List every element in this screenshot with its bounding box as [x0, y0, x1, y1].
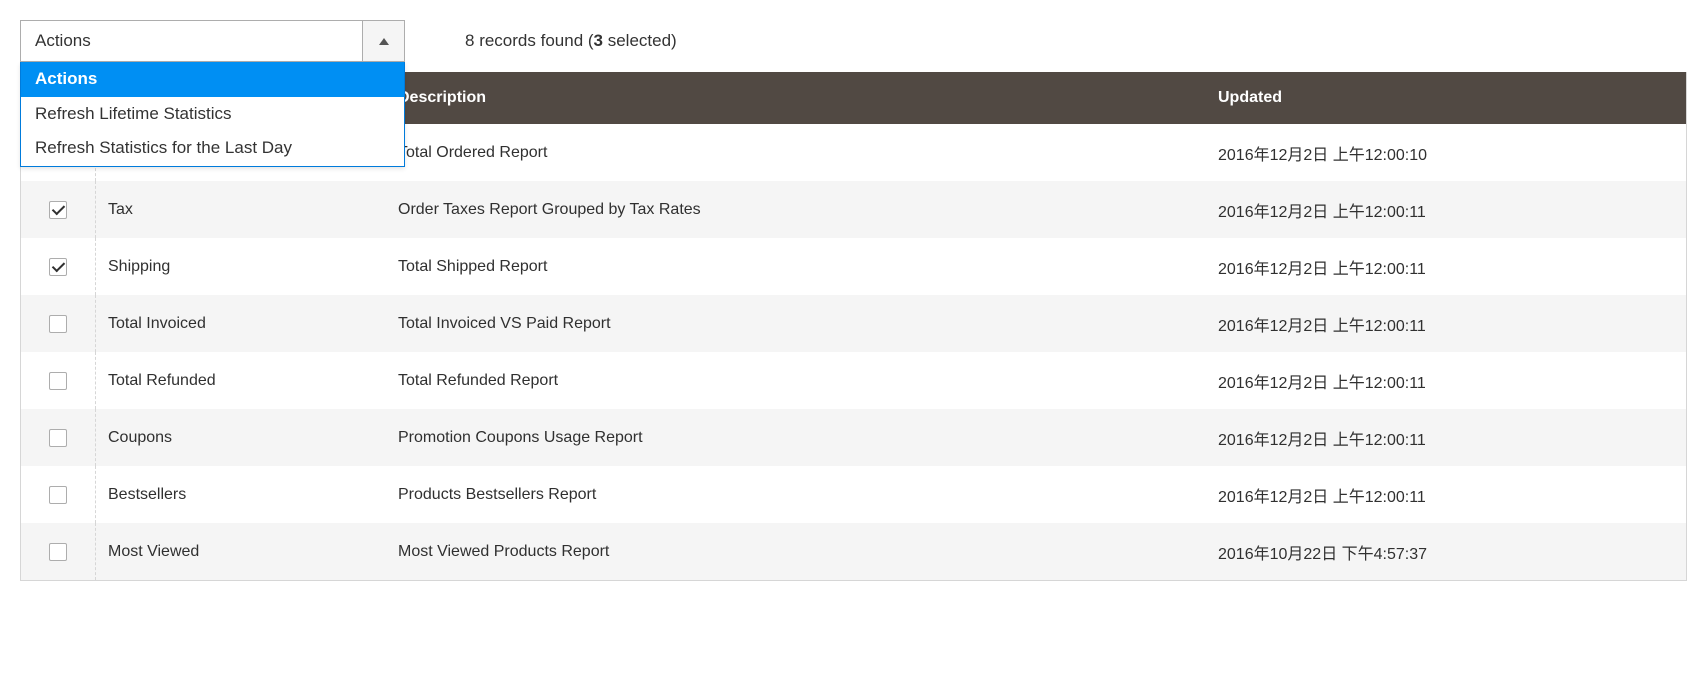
row-checkbox-cell [21, 409, 96, 466]
row-description: Promotion Coupons Usage Report [386, 409, 1206, 466]
row-updated: 2016年12月2日 上午12:00:11 [1206, 238, 1686, 295]
table-row: Total RefundedTotal Refunded Report2016年… [21, 352, 1686, 409]
row-updated: 2016年12月2日 上午12:00:11 [1206, 466, 1686, 523]
table-row: Total InvoicedTotal Invoiced VS Paid Rep… [21, 295, 1686, 352]
actions-dropdown-menu: ActionsRefresh Lifetime StatisticsRefres… [20, 62, 405, 167]
row-description: Total Refunded Report [386, 352, 1206, 409]
header-updated[interactable]: Updated [1206, 72, 1686, 124]
row-updated: 2016年12月2日 上午12:00:11 [1206, 352, 1686, 409]
row-checkbox[interactable] [49, 201, 67, 219]
row-description: Products Bestsellers Report [386, 466, 1206, 523]
table-row: Most ViewedMost Viewed Products Report20… [21, 523, 1686, 580]
row-checkbox[interactable] [49, 429, 67, 447]
row-checkbox-cell [21, 466, 96, 523]
actions-select-label: Actions [21, 31, 362, 51]
row-checkbox[interactable] [49, 315, 67, 333]
table-row: CouponsPromotion Coupons Usage Report201… [21, 409, 1686, 466]
row-report: Coupons [96, 409, 386, 466]
row-checkbox[interactable] [49, 486, 67, 504]
records-selected-suffix: selected) [603, 31, 677, 50]
header-description[interactable]: Description [386, 72, 1206, 124]
row-checkbox-cell [21, 352, 96, 409]
row-checkbox-cell [21, 181, 96, 238]
table-row: ShippingTotal Shipped Report2016年12月2日 上… [21, 238, 1686, 295]
actions-select[interactable]: Actions [20, 20, 405, 62]
actions-select-trigger[interactable] [362, 21, 404, 61]
row-report: Total Refunded [96, 352, 386, 409]
row-report: Most Viewed [96, 523, 386, 580]
row-report: Tax [96, 181, 386, 238]
triangle-up-icon [379, 38, 389, 45]
records-total-suffix: records found ( [474, 31, 593, 50]
toolbar: Actions ActionsRefresh Lifetime Statisti… [20, 20, 1687, 62]
row-description: Most Viewed Products Report [386, 523, 1206, 580]
table-row: BestsellersProducts Bestsellers Report20… [21, 466, 1686, 523]
row-updated: 2016年12月2日 上午12:00:11 [1206, 181, 1686, 238]
grid-body: OrdersTotal Ordered Report2016年12月2日 上午1… [21, 124, 1686, 580]
row-updated: 2016年12月2日 上午12:00:11 [1206, 409, 1686, 466]
row-checkbox-cell [21, 295, 96, 352]
actions-dropdown: Actions ActionsRefresh Lifetime Statisti… [20, 20, 405, 62]
row-checkbox-cell [21, 523, 96, 580]
row-updated: 2016年12月2日 上午12:00:11 [1206, 295, 1686, 352]
row-description: Total Shipped Report [386, 238, 1206, 295]
row-updated: 2016年10月22日 下午4:57:37 [1206, 523, 1686, 580]
row-report: Bestsellers [96, 466, 386, 523]
actions-option-0[interactable]: Actions [21, 62, 404, 97]
row-checkbox-cell [21, 238, 96, 295]
row-checkbox[interactable] [49, 372, 67, 390]
row-description: Total Invoiced VS Paid Report [386, 295, 1206, 352]
row-report: Total Invoiced [96, 295, 386, 352]
actions-option-2[interactable]: Refresh Statistics for the Last Day [21, 131, 404, 166]
actions-option-1[interactable]: Refresh Lifetime Statistics [21, 97, 404, 132]
row-report: Shipping [96, 238, 386, 295]
records-selected: 3 [594, 31, 603, 50]
records-found: 8 records found (3 selected) [465, 31, 677, 51]
row-updated: 2016年12月2日 上午12:00:10 [1206, 124, 1686, 181]
table-row: TaxOrder Taxes Report Grouped by Tax Rat… [21, 181, 1686, 238]
row-description: Total Ordered Report [386, 124, 1206, 181]
row-checkbox[interactable] [49, 258, 67, 276]
row-description: Order Taxes Report Grouped by Tax Rates [386, 181, 1206, 238]
row-checkbox[interactable] [49, 543, 67, 561]
